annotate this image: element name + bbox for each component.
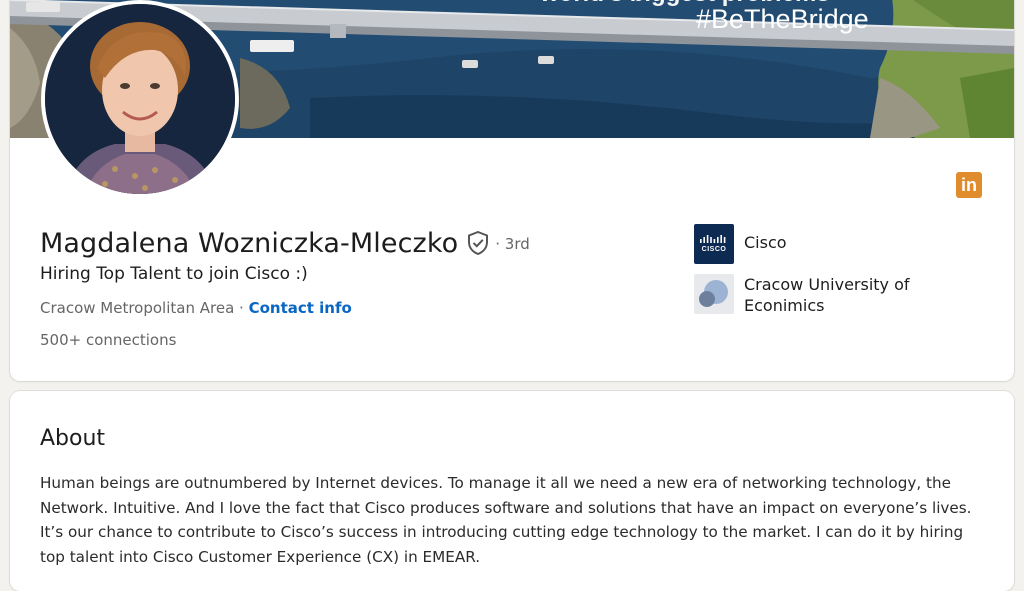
avatar[interactable] [41, 0, 239, 198]
org-name-cisco: Cisco [744, 233, 787, 252]
linkedin-icon[interactable]: in [956, 172, 982, 198]
cisco-logo: CISCO [694, 224, 734, 264]
location-separator: · [234, 299, 249, 317]
org-university[interactable]: Cracow University of Econimics [694, 274, 944, 316]
org-name-university: Cracow University of Econimics [744, 275, 910, 315]
profile-card: world's biggest problems #BeTheBridge [10, 0, 1014, 381]
profile-photo [45, 4, 235, 194]
org-cisco[interactable]: CISCO Cisco [694, 224, 944, 264]
location-row: Cracow Metropolitan Area · Contact info [40, 299, 352, 317]
banner-hashtag: #BeTheBridge [696, 4, 869, 34]
name-row: Magdalena Wozniczka-Mleczko · 3rd [40, 228, 530, 259]
about-title: About [40, 426, 106, 451]
university-logo [694, 274, 734, 314]
cisco-logo-wordmark: CISCO [701, 246, 727, 253]
profile-name: Magdalena Wozniczka-Mleczko [40, 228, 459, 259]
profile-headline: Hiring Top Talent to join Cisco :) [40, 264, 308, 284]
contact-info-link[interactable]: Contact info [249, 299, 352, 317]
about-text: Human beings are outnumbered by Internet… [40, 474, 972, 566]
connection-degree: · 3rd [495, 234, 530, 253]
about-card: About Human beings are outnumbered by In… [10, 391, 1014, 591]
connections-count[interactable]: 500+ connections [40, 331, 176, 349]
verified-shield-icon[interactable] [467, 230, 489, 259]
location-text: Cracow Metropolitan Area [40, 299, 235, 317]
